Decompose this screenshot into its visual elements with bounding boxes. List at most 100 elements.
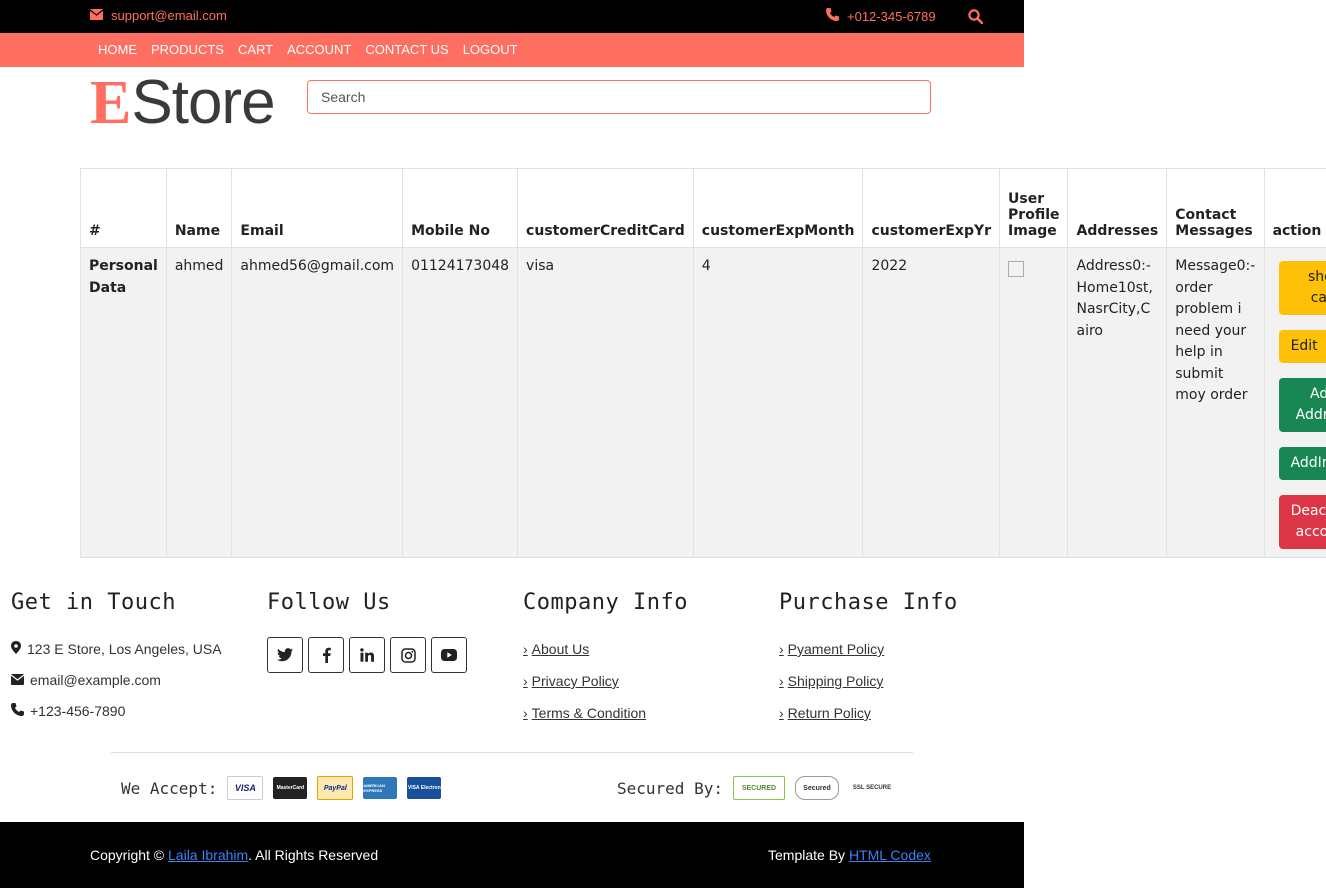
nav-products[interactable]: PRODUCTS: [151, 42, 224, 57]
footer-follow-us: Follow Us: [267, 590, 467, 673]
row-label: Personal Data: [80, 247, 167, 558]
cell-mobile: 01124173048: [402, 247, 519, 558]
template-by-text: Template By: [768, 847, 846, 863]
template-credit: Template By HTML Codex: [768, 847, 931, 863]
show-card-button[interactable]: show card: [1278, 261, 1326, 315]
footer-email-text: email@example.com: [30, 671, 161, 688]
nav-cart[interactable]: CART: [238, 42, 273, 57]
logo-letter-e: E: [90, 69, 132, 137]
envelope-icon: [10, 672, 25, 688]
terms-condition-link[interactable]: › Terms & Condition: [523, 697, 688, 729]
footer-company-info: Company Info › About Us › Privacy Policy ›…: [523, 590, 688, 729]
payment-methods: We Accept: VISA MasterCard PayPal AMERIC…: [121, 776, 442, 800]
logo-text: Store: [131, 68, 275, 137]
support-phone-text: +012-345-6789: [847, 8, 936, 24]
payment-policy-link-text: Pyament Policy: [787, 641, 885, 657]
support-email-text: support@email.com: [111, 8, 227, 23]
main-nav: HOME PRODUCTS CART ACCOUNT CONTACT US LO…: [0, 33, 1024, 67]
broken-image-icon: [1008, 261, 1025, 277]
chevron-right-icon: ›: [779, 641, 784, 657]
footer-phone-text: +123-456-7890: [30, 702, 126, 719]
add-image-button[interactable]: AddImage: [1278, 447, 1326, 480]
nav-home[interactable]: HOME: [98, 42, 137, 57]
col-header-exp-month: customerExpMonth: [692, 168, 864, 248]
edit-button[interactable]: Edit: [1278, 330, 1326, 363]
col-header-email: Email: [231, 168, 404, 248]
bottom-bar: Copyright © Laila Ibrahim. All Rights Re…: [0, 822, 1024, 888]
mastercard-logo: MasterCard: [273, 777, 308, 799]
col-header-profile-image: User Profile Image: [999, 168, 1069, 248]
cell-exp-month: 4: [692, 247, 864, 558]
col-header-mobile: Mobile No: [402, 168, 519, 248]
chevron-right-icon: ›: [779, 673, 784, 689]
html-codex-link[interactable]: HTML Codex: [849, 847, 931, 863]
author-link[interactable]: Laila Ibrahim: [168, 847, 248, 863]
footer-divider: [111, 752, 913, 753]
support-phone[interactable]: +012-345-6789: [826, 8, 936, 24]
purchase-info-title: Purchase Info: [779, 590, 958, 615]
footer-email: email@example.com: [10, 664, 222, 695]
cell-credit-card: visa: [517, 247, 694, 558]
instagram-icon[interactable]: [390, 637, 426, 673]
footer-purchase-info: Purchase Info › Pyament Policy › Shipping …: [779, 590, 958, 729]
company-info-title: Company Info: [523, 590, 688, 615]
shipping-policy-link[interactable]: › Shipping Policy: [779, 665, 958, 697]
table-header-row: # Name Email Mobile No customerCreditCar…: [80, 168, 1326, 248]
deactivate-account-button[interactable]: Deactivate account: [1278, 495, 1326, 549]
estore-logo[interactable]: EStore: [90, 69, 276, 137]
top-bar: support@email.com +012-345-6789: [0, 0, 1024, 33]
copyright-prefix: Copyright ©: [90, 847, 165, 863]
cell-email: ahmed56@gmail.com: [231, 247, 404, 558]
cell-address: Address0:-Home10st,NasrCity,Cairo: [1067, 247, 1168, 558]
col-header-name: Name: [165, 168, 233, 248]
cell-profile-image: [999, 247, 1069, 558]
footer-phone: +123-456-7890: [11, 695, 222, 726]
footer-get-in-touch: Get in Touch 123 E Store, Los Angeles, U…: [10, 590, 222, 726]
search-icon[interactable]: [968, 9, 984, 29]
return-policy-link[interactable]: › Return Policy: [779, 697, 958, 729]
col-header-contact-messages: Contact Messages: [1166, 168, 1265, 248]
shipping-policy-link-text: Shipping Policy: [787, 673, 884, 689]
cell-name: ahmed: [165, 247, 233, 558]
footer-address: 123 E Store, Los Angeles, USA: [11, 633, 222, 664]
follow-us-title: Follow Us: [267, 590, 391, 615]
linkedin-icon[interactable]: [349, 637, 385, 673]
col-header-credit-card: customerCreditCard: [517, 168, 694, 248]
payment-policy-link[interactable]: › Pyament Policy: [779, 633, 958, 665]
nav-contact-us[interactable]: CONTACT US: [365, 42, 448, 57]
map-marker-icon: [11, 640, 21, 657]
secured-badge-logo: SECURED: [732, 776, 785, 800]
chevron-right-icon: ›: [523, 705, 528, 721]
visa-electron-logo: VISA Electron: [407, 777, 442, 799]
chevron-right-icon: ›: [779, 705, 784, 721]
phone-icon: [11, 702, 24, 719]
chevron-right-icon: ›: [523, 641, 528, 657]
privacy-policy-link-text: Privacy Policy: [531, 673, 619, 689]
about-us-link-text: About Us: [531, 641, 590, 657]
twitter-icon[interactable]: [267, 637, 303, 673]
amex-logo: AMERICAN EXPRESS: [363, 777, 398, 799]
search-input[interactable]: [307, 80, 931, 114]
support-email[interactable]: support@email.com: [89, 8, 227, 23]
col-header-index: #: [80, 168, 167, 248]
about-us-link[interactable]: › About Us: [523, 633, 688, 665]
nav-logout[interactable]: LOGOUT: [463, 42, 518, 57]
return-policy-link-text: Return Policy: [787, 705, 871, 721]
add-address-button[interactable]: Add Address: [1278, 378, 1326, 432]
copyright: Copyright © Laila Ibrahim. All Rights Re…: [90, 847, 378, 863]
footer-address-text: 123 E Store, Los Angeles, USA: [27, 640, 222, 657]
phone-icon: [826, 8, 839, 24]
privacy-policy-link[interactable]: › Privacy Policy: [523, 665, 688, 697]
table-row: Personal Data ahmed ahmed56@gmail.com 01…: [80, 247, 1326, 558]
rights-text: . All Rights Reserved: [248, 847, 379, 863]
social-links: [267, 637, 467, 673]
nav-account[interactable]: ACCOUNT: [287, 42, 351, 57]
cell-message: Message0:-order problem i need your help…: [1166, 247, 1265, 558]
facebook-icon[interactable]: [308, 637, 344, 673]
youtube-icon[interactable]: [431, 637, 467, 673]
visa-card-logo: VISA: [227, 776, 264, 800]
we-accept-label: We Accept:: [121, 778, 218, 798]
col-header-exp-year: customerExpYr: [862, 168, 1001, 248]
paypal-logo: PayPal: [317, 776, 354, 800]
security-badges: Secured By: SECURED Secured SSL SECURE: [617, 776, 895, 800]
